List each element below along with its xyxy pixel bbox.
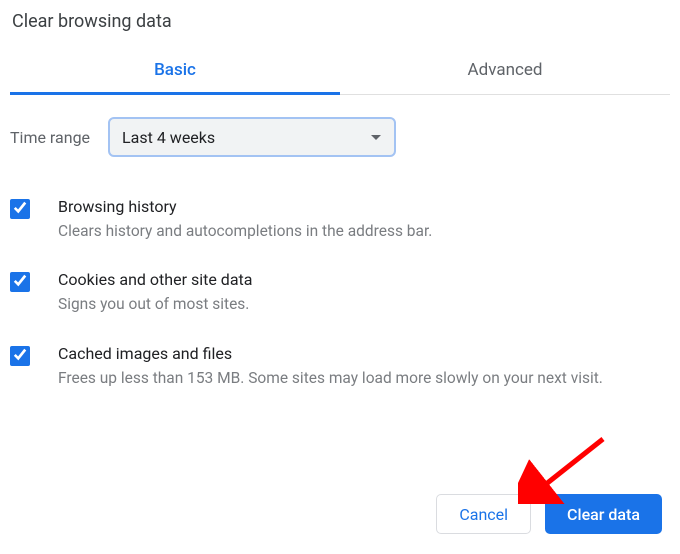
option-body: Cookies and other site data Signs you ou… xyxy=(58,270,670,315)
cancel-button-label: Cancel xyxy=(459,505,508,524)
option-description: Clears history and autocompletions in th… xyxy=(58,220,670,242)
time-range-row: Time range Last 4 weeks xyxy=(10,95,670,165)
tab-basic-label: Basic xyxy=(154,60,196,80)
cancel-button[interactable]: Cancel xyxy=(436,494,531,534)
option-browsing-history: Browsing history Clears history and auto… xyxy=(10,183,670,256)
option-body: Browsing history Clears history and auto… xyxy=(58,197,670,242)
checkbox-browsing-history[interactable] xyxy=(10,199,30,219)
option-cache: Cached images and files Frees up less th… xyxy=(10,330,670,403)
check-icon xyxy=(13,200,27,218)
check-icon xyxy=(13,347,27,365)
option-title: Cached images and files xyxy=(58,344,670,367)
option-title: Cookies and other site data xyxy=(58,270,670,293)
clear-data-button[interactable]: Clear data xyxy=(545,494,662,534)
option-description: Frees up less than 153 MB. Some sites ma… xyxy=(58,367,670,389)
clear-data-button-label: Clear data xyxy=(567,505,640,524)
time-range-value: Last 4 weeks xyxy=(122,128,215,147)
tab-basic[interactable]: Basic xyxy=(10,50,340,94)
option-body: Cached images and files Frees up less th… xyxy=(58,344,670,389)
tab-advanced[interactable]: Advanced xyxy=(340,50,670,94)
checkbox-cookies[interactable] xyxy=(10,272,30,292)
time-range-select[interactable]: Last 4 weeks xyxy=(108,117,396,157)
tab-bar: Basic Advanced xyxy=(10,50,670,95)
tab-advanced-label: Advanced xyxy=(468,60,543,80)
option-description: Signs you out of most sites. xyxy=(58,293,670,315)
clear-browsing-data-dialog: Clear browsing data Basic Advanced Time … xyxy=(0,0,680,403)
chevron-down-icon xyxy=(370,128,382,146)
check-icon xyxy=(13,273,27,291)
dialog-footer: Cancel Clear data xyxy=(436,494,662,534)
option-cookies: Cookies and other site data Signs you ou… xyxy=(10,256,670,329)
time-range-label: Time range xyxy=(10,128,90,147)
options-list: Browsing history Clears history and auto… xyxy=(10,165,670,403)
dialog-title: Clear browsing data xyxy=(10,8,670,50)
option-title: Browsing history xyxy=(58,197,670,220)
checkbox-cache[interactable] xyxy=(10,346,30,366)
